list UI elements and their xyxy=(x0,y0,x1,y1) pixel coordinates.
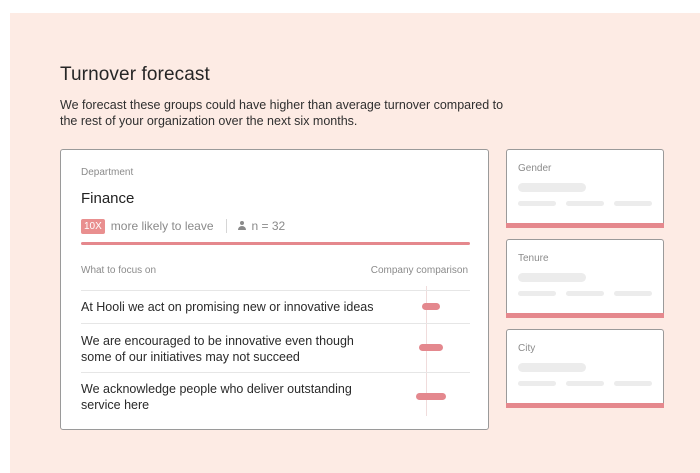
focus-item[interactable]: We are encouraged to be innovative even … xyxy=(81,323,470,372)
skeleton-line xyxy=(518,273,586,282)
focus-item-text: We acknowledge people who deliver outsta… xyxy=(81,382,352,412)
skeleton-line xyxy=(566,291,604,296)
risk-summary: 10X more likely to leave n = 32 xyxy=(81,217,285,235)
count-text: n = 32 xyxy=(251,219,286,233)
category-label: Department xyxy=(81,167,134,178)
comparison-bar xyxy=(422,303,440,310)
side-card-accent-bar xyxy=(506,403,664,408)
tenure-card[interactable]: Tenure xyxy=(506,239,664,318)
focus-header: What to focus on xyxy=(81,265,157,276)
skeleton-line xyxy=(614,381,652,386)
focus-item[interactable]: We acknowledge people who deliver outsta… xyxy=(81,372,470,421)
city-card[interactable]: City xyxy=(506,329,664,408)
focus-item[interactable]: At Hooli we act on promising new or inno… xyxy=(81,290,470,323)
focus-item-text: At Hooli we act on promising new or inno… xyxy=(81,300,374,314)
skeleton-line xyxy=(614,291,652,296)
comparison-bar xyxy=(416,393,446,400)
page-subtitle: We forecast these groups could have high… xyxy=(60,98,504,128)
skeleton-line xyxy=(614,201,652,206)
page-title: Turnover forecast xyxy=(60,64,210,85)
side-card-accent-bar xyxy=(506,313,664,318)
comparison-header: Company comparison xyxy=(370,265,468,276)
skeleton-line xyxy=(518,381,556,386)
department-card[interactable]: Department Finance 10X more likely to le… xyxy=(60,149,489,430)
side-card-accent-bar xyxy=(506,223,664,228)
skeleton-line xyxy=(566,201,604,206)
gender-card[interactable]: Gender xyxy=(506,149,664,228)
risk-text: more likely to leave xyxy=(110,219,214,233)
skeleton-line xyxy=(518,201,556,206)
group-name: Finance xyxy=(81,190,135,207)
side-card-label: Tenure xyxy=(518,253,549,264)
person-icon xyxy=(237,221,247,231)
skeleton-line xyxy=(566,381,604,386)
skeleton-line xyxy=(518,363,586,372)
skeleton-line xyxy=(518,183,586,192)
divider xyxy=(225,219,227,233)
focus-item-text: We are encouraged to be innovative even … xyxy=(81,334,354,364)
skeleton-line xyxy=(518,291,556,296)
risk-accent-bar xyxy=(81,242,470,245)
risk-badge: 10X xyxy=(81,218,105,234)
side-card-label: City xyxy=(518,343,536,354)
comparison-bar xyxy=(419,344,443,351)
side-card-label: Gender xyxy=(518,163,552,174)
